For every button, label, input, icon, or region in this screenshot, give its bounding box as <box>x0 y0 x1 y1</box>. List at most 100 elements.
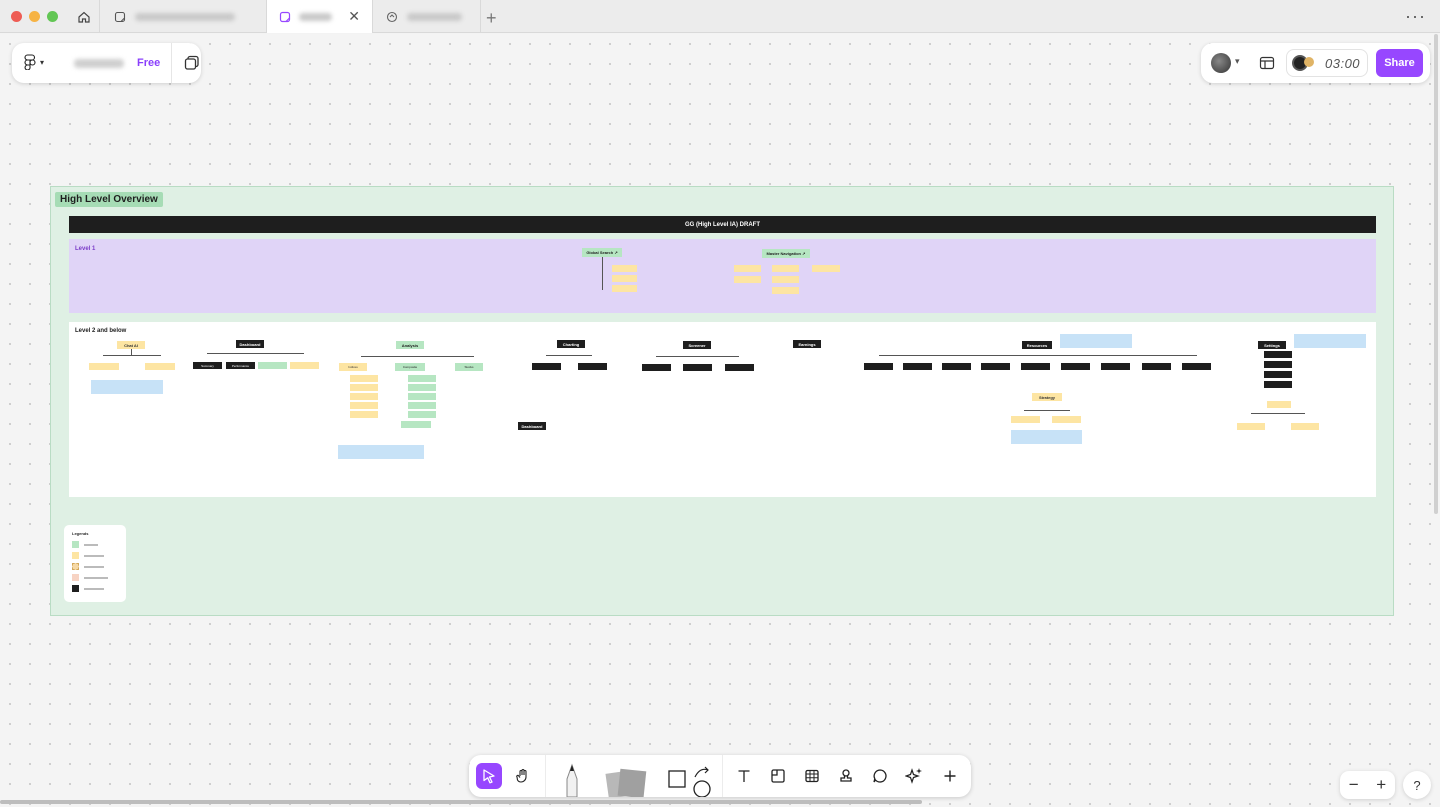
node-strategy[interactable]: Strategy <box>1032 393 1062 401</box>
sticky-note[interactable] <box>1267 401 1291 408</box>
sticky-note[interactable] <box>772 265 799 272</box>
sticky-note[interactable] <box>1011 416 1040 423</box>
node-dashboard-2[interactable]: Dashboard <box>518 422 546 430</box>
sticky-note[interactable] <box>408 375 436 382</box>
share-button[interactable]: Share <box>1376 49 1423 77</box>
sticky-note[interactable] <box>981 363 1010 370</box>
node-charting[interactable]: Charting <box>557 340 585 348</box>
sticky-note[interactable] <box>1061 363 1090 370</box>
sticky-note[interactable] <box>772 276 799 283</box>
sticky-note[interactable] <box>734 276 761 283</box>
sticky-note[interactable] <box>734 265 761 272</box>
sticky-note[interactable] <box>1142 363 1171 370</box>
objective-note[interactable] <box>1011 430 1082 444</box>
sticky-note[interactable] <box>903 363 932 370</box>
sticky-note[interactable] <box>612 275 637 282</box>
sticky-note[interactable] <box>578 363 607 370</box>
sticky-note[interactable] <box>1264 361 1292 368</box>
comment-tool[interactable] <box>867 763 893 789</box>
text-tool[interactable] <box>731 763 757 789</box>
node-analysis[interactable]: Analysis <box>396 341 424 349</box>
node-composite[interactable]: Composite <box>395 363 425 371</box>
node-screener[interactable]: Screener <box>683 341 711 349</box>
objective-note[interactable] <box>1294 334 1366 348</box>
node-indices[interactable]: Indices <box>339 363 367 371</box>
tab-file-2[interactable]: ✕ <box>267 0 373 33</box>
node-summary[interactable]: Summary <box>193 362 222 369</box>
chevron-down-icon[interactable]: ▾ <box>1235 56 1240 67</box>
sticky-note[interactable] <box>408 411 436 418</box>
section-tool[interactable] <box>765 763 791 789</box>
pen-tool[interactable] <box>561 763 583 802</box>
cursor-tool[interactable] <box>476 763 502 789</box>
sticky-note[interactable] <box>812 265 840 272</box>
node-earnings[interactable]: Earnings <box>793 340 821 348</box>
sticky-note[interactable] <box>1237 423 1265 430</box>
sticky-note[interactable] <box>1264 371 1292 378</box>
objective-note[interactable] <box>1060 334 1132 348</box>
close-tab-icon[interactable]: ✕ <box>348 8 360 25</box>
sticky-note[interactable] <box>401 421 431 428</box>
zoom-out-button[interactable]: − <box>1349 775 1359 795</box>
level2-panel[interactable]: Level 2 and below Chat AI Dashboard Summ… <box>69 322 1376 497</box>
sticky-note[interactable] <box>290 362 319 369</box>
sticky-note[interactable] <box>532 363 561 370</box>
sticky-note[interactable] <box>1021 363 1050 370</box>
sticky-note[interactable] <box>864 363 893 370</box>
pages-button[interactable] <box>184 55 200 76</box>
vertical-scrollbar[interactable] <box>1434 34 1438 514</box>
horizontal-scrollbar[interactable] <box>0 800 922 804</box>
sticky-note[interactable] <box>772 287 799 294</box>
sticky-note[interactable] <box>1264 351 1292 358</box>
sticky-note[interactable] <box>683 364 712 371</box>
sticky-note[interactable] <box>1052 416 1081 423</box>
sticky-note[interactable] <box>612 265 637 272</box>
node-stocks[interactable]: Stocks <box>455 363 483 371</box>
layout-icon[interactable] <box>1259 55 1275 76</box>
sticky-note[interactable] <box>89 363 119 370</box>
more-tools-button[interactable] <box>937 763 963 789</box>
sticky-note[interactable] <box>612 285 637 292</box>
node-master-navigation[interactable]: Master Navigation ↗ <box>762 249 810 258</box>
section-title[interactable]: High Level Overview <box>55 192 163 207</box>
more-options-button[interactable]: ··· <box>1405 6 1426 27</box>
maximize-window-button[interactable] <box>47 11 58 22</box>
timer-widget[interactable]: 03:00 <box>1286 49 1368 77</box>
sticky-note[interactable] <box>350 393 378 400</box>
section-high-level-overview[interactable]: High Level Overview GG (High Level IA) D… <box>50 186 1394 616</box>
sticky-note[interactable] <box>642 364 671 371</box>
sticky-note[interactable] <box>408 402 436 409</box>
node-resources[interactable]: Resources <box>1022 341 1052 349</box>
sticky-note[interactable] <box>725 364 754 371</box>
sticky-note[interactable] <box>145 363 175 370</box>
shape-tool[interactable] <box>667 765 713 802</box>
sticky-note[interactable] <box>350 411 378 418</box>
sticky-note[interactable] <box>350 384 378 391</box>
sticky-note[interactable] <box>1182 363 1211 370</box>
table-tool[interactable] <box>799 763 825 789</box>
stamp-tool[interactable] <box>833 763 859 789</box>
node-performance[interactable]: Performance <box>226 362 255 369</box>
sticky-note[interactable] <box>258 362 287 369</box>
sticky-note[interactable] <box>1291 423 1319 430</box>
tab-file-1[interactable] <box>101 0 267 33</box>
sticky-note[interactable] <box>408 384 436 391</box>
sticky-note[interactable] <box>1101 363 1130 370</box>
sticky-note[interactable] <box>1264 381 1292 388</box>
node-settings[interactable]: Settings <box>1258 341 1286 349</box>
zoom-in-button[interactable]: + <box>1376 775 1386 795</box>
objective-note[interactable] <box>338 445 424 459</box>
help-button[interactable]: ? <box>1403 771 1431 799</box>
sticky-note[interactable] <box>408 393 436 400</box>
tab-file-3[interactable] <box>373 0 481 33</box>
level1-panel[interactable]: Level 1 Global Search ↗ Master Navigatio… <box>69 239 1376 313</box>
sticky-note[interactable] <box>350 375 378 382</box>
legend-card[interactable]: Legends <box>64 525 126 602</box>
node-global-search[interactable]: Global Search ↗ <box>582 248 622 257</box>
close-window-button[interactable] <box>11 11 22 22</box>
ai-tool[interactable] <box>901 763 927 789</box>
draft-title-bar[interactable]: GG (High Level IA) DRAFT <box>69 216 1376 233</box>
hand-tool[interactable] <box>510 763 536 789</box>
main-menu-button[interactable]: ▾ <box>24 54 44 70</box>
sticky-note[interactable] <box>350 402 378 409</box>
